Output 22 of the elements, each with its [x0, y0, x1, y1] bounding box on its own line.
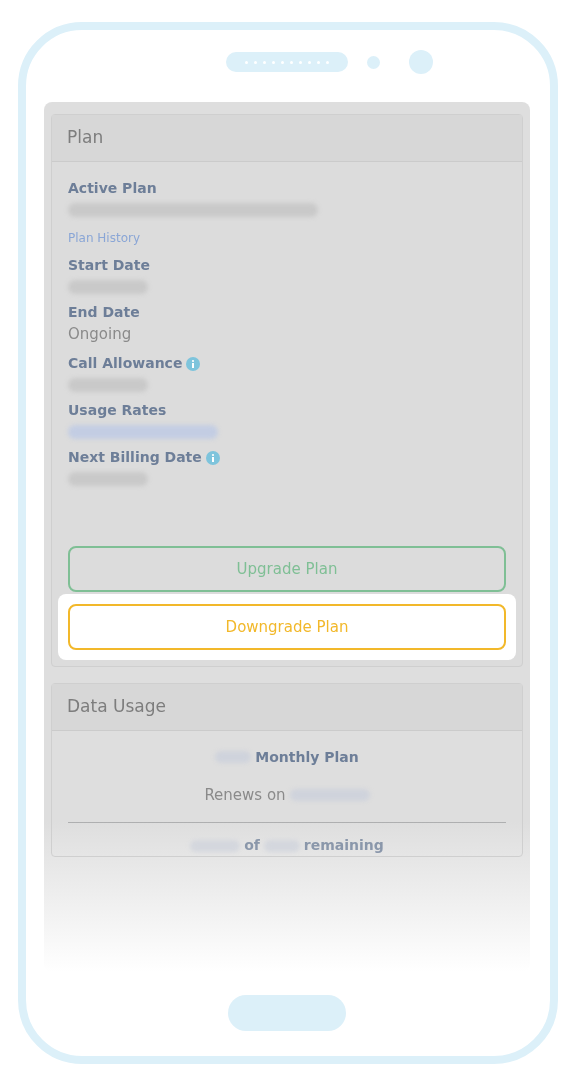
field-label: Usage Rates — [68, 401, 167, 420]
upgrade-button[interactable]: Upgrade Plan — [68, 546, 506, 592]
field-label: Start Date — [68, 255, 150, 275]
usage-plan-title: Monthly Plan — [255, 747, 359, 767]
plan-history-link[interactable]: Plan History — [68, 228, 141, 247]
remaining-text: of — [244, 836, 260, 855]
field-label: End Date — [68, 302, 140, 322]
info-icon[interactable] — [186, 356, 201, 371]
remaining-text: remaining — [303, 836, 384, 855]
field-value: Ongoing — [68, 323, 133, 345]
info-icon[interactable] — [205, 450, 220, 465]
camera-icon — [409, 50, 433, 74]
downgrade-button[interactable]: Downgrade Plan — [68, 604, 506, 650]
redacted-link[interactable] — [68, 425, 218, 439]
renewal-text: Renews on — [204, 784, 286, 806]
card-title: Plan — [52, 115, 522, 162]
sensor-icon — [367, 56, 380, 69]
card-title: Data Usage — [52, 684, 522, 731]
field-label: Call Allowance — [68, 354, 183, 373]
home-button[interactable] — [228, 995, 346, 1031]
field-label: Next Billing Date — [68, 448, 202, 467]
field-label: Active Plan — [68, 178, 157, 198]
